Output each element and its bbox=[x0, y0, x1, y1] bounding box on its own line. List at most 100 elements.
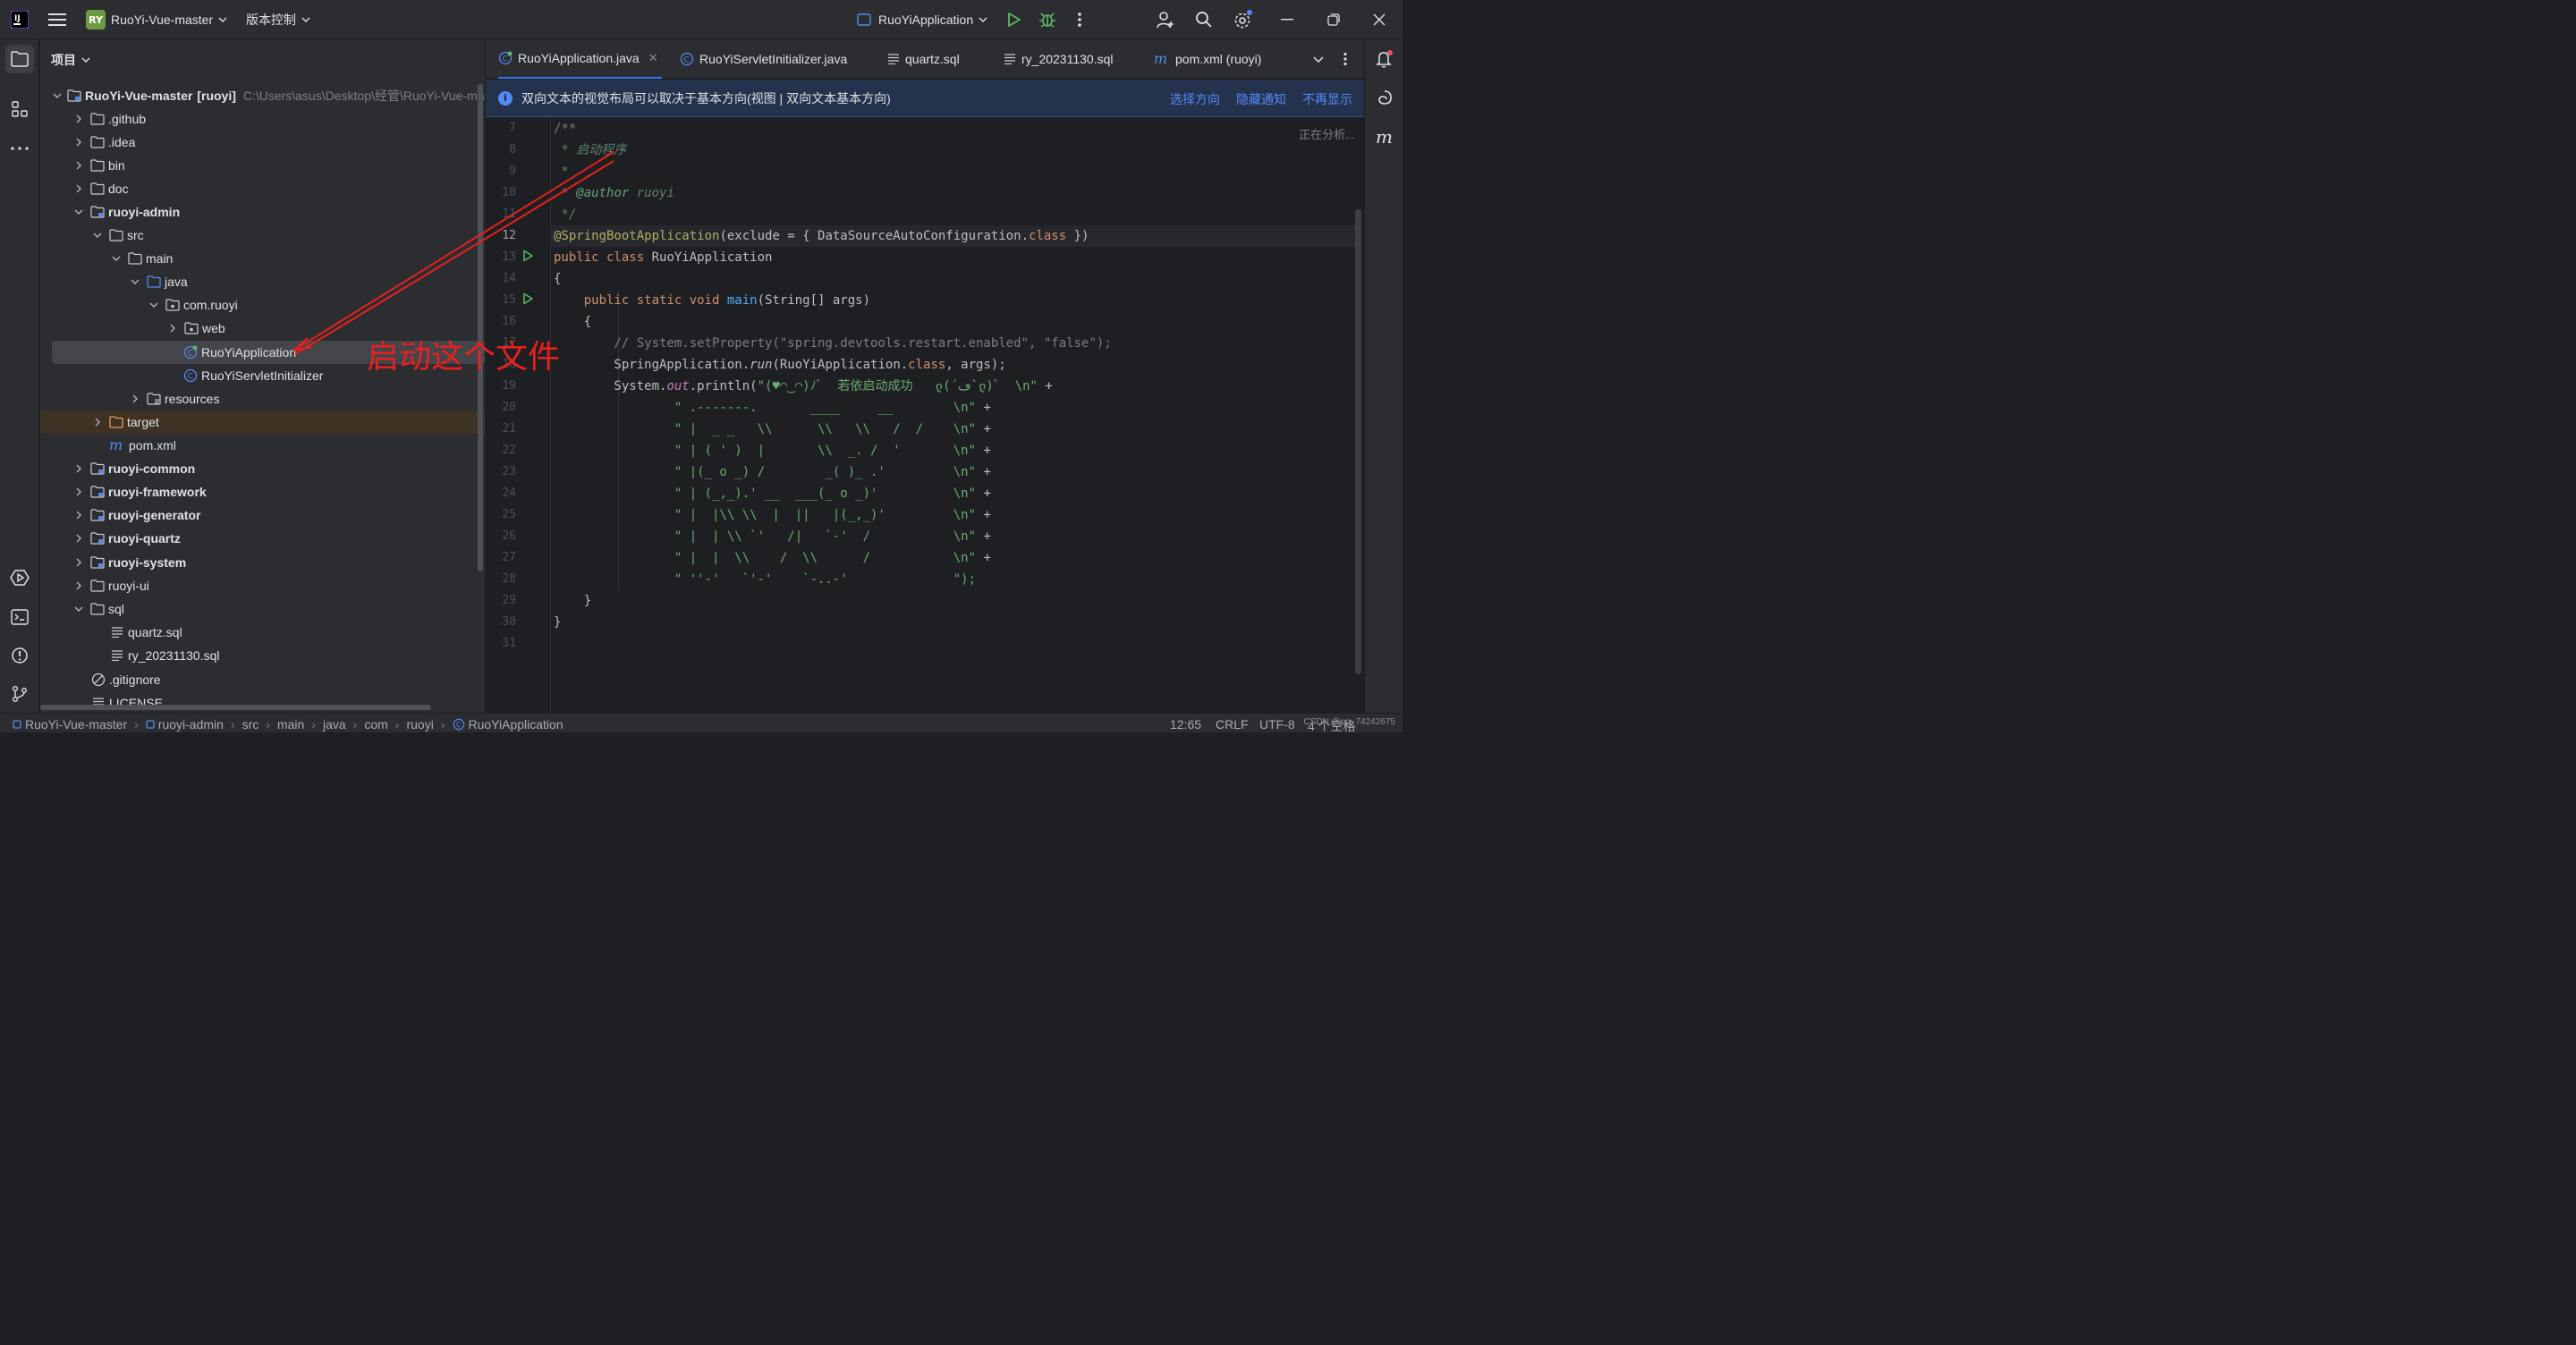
tree-node-idea[interactable]: .idea bbox=[40, 131, 485, 154]
chevron-right-icon[interactable] bbox=[166, 322, 179, 334]
tree-node-doc[interactable]: doc bbox=[40, 177, 485, 200]
chevron-right-icon[interactable] bbox=[129, 393, 141, 405]
tree-node-src[interactable]: src bbox=[40, 224, 485, 247]
tree-label: ruoyi-ui bbox=[108, 579, 149, 593]
search-button[interactable] bbox=[1195, 0, 1213, 39]
breadcrumb-item[interactable]: java bbox=[323, 717, 346, 732]
chevron-down-icon[interactable] bbox=[91, 229, 104, 241]
code-area[interactable]: /** * 启动程序 * * @author ruoyi */ @SpringB… bbox=[550, 118, 1355, 713]
notifications-button[interactable] bbox=[1370, 45, 1399, 73]
ai-assistant-button[interactable] bbox=[1370, 84, 1399, 113]
tree-node-ruoyi-common[interactable]: ruoyi-common bbox=[40, 457, 485, 480]
breadcrumb-item[interactable]: src bbox=[242, 717, 259, 732]
maven-tool-button[interactable]: m bbox=[1370, 123, 1399, 152]
chevron-right-icon[interactable] bbox=[91, 416, 104, 428]
chevron-right-icon[interactable] bbox=[72, 159, 85, 172]
app-logo-icon[interactable]: IJ bbox=[11, 0, 29, 39]
caret-position[interactable]: 12:65 bbox=[1170, 717, 1201, 732]
line-separator[interactable]: CRLF bbox=[1216, 717, 1249, 732]
chevron-down-icon[interactable] bbox=[129, 275, 141, 288]
close-icon[interactable]: ✕ bbox=[648, 51, 658, 65]
terminal-tool-button[interactable] bbox=[5, 603, 34, 631]
problems-tool-button[interactable] bbox=[5, 641, 34, 670]
services-tool-button[interactable] bbox=[5, 563, 34, 592]
more-tools-button[interactable] bbox=[5, 134, 34, 163]
application-icon bbox=[857, 13, 871, 26]
tree-node-ruoyi-system[interactable]: ruoyi-system bbox=[40, 551, 485, 574]
breadcrumb-item[interactable]: main bbox=[277, 717, 304, 732]
chevron-right-icon[interactable] bbox=[72, 182, 85, 195]
structure-tool-button[interactable] bbox=[5, 95, 34, 123]
tree-node-ruoyi-generator[interactable]: ruoyi-generator bbox=[40, 503, 485, 527]
tree-node-root[interactable]: RuoYi-Vue-master [ruoyi] C:\Users\asus\D… bbox=[40, 84, 485, 107]
git-tool-button[interactable] bbox=[5, 680, 34, 708]
chevron-down-icon[interactable] bbox=[110, 252, 123, 265]
minimize-button[interactable] bbox=[1281, 0, 1293, 39]
panel-header[interactable]: 项目 bbox=[51, 50, 90, 70]
panel-vertical-scrollbar[interactable] bbox=[478, 84, 483, 571]
project-tool-button[interactable] bbox=[5, 45, 34, 73]
chevron-right-icon[interactable] bbox=[72, 509, 85, 521]
tree-node-sql[interactable]: sql bbox=[40, 597, 485, 621]
hide-notification-link[interactable]: 隐藏通知 bbox=[1236, 90, 1286, 108]
tab-ruoyiapplication[interactable]: C RuoYiApplication.java ✕ bbox=[498, 39, 662, 79]
line-number: 24 bbox=[502, 486, 516, 500]
tree-node-target[interactable]: target bbox=[40, 410, 485, 434]
restore-button[interactable] bbox=[1327, 0, 1340, 39]
chevron-down-icon[interactable] bbox=[148, 299, 160, 311]
close-window-button[interactable] bbox=[1373, 0, 1385, 39]
file-encoding[interactable]: UTF-8 bbox=[1259, 717, 1295, 732]
run-gutter-icon[interactable] bbox=[521, 292, 534, 305]
run-gutter-icon[interactable] bbox=[521, 250, 534, 262]
settings-button[interactable] bbox=[1233, 0, 1254, 39]
editor-vertical-scrollbar[interactable] bbox=[1355, 209, 1361, 674]
tree-node-resources[interactable]: resources bbox=[40, 387, 485, 410]
run-button[interactable] bbox=[1005, 0, 1021, 39]
choose-direction-link[interactable]: 选择方向 bbox=[1170, 90, 1220, 108]
chevron-right-icon[interactable] bbox=[72, 532, 85, 545]
run-config-selector[interactable]: RuoYiApplication bbox=[857, 0, 987, 39]
vcs-menu[interactable]: 版本控制 bbox=[246, 0, 310, 39]
add-user-button[interactable] bbox=[1156, 0, 1175, 39]
tree-node-ruoyi-admin[interactable]: ruoyi-admin bbox=[40, 200, 485, 224]
tree-node-ry-sql[interactable]: ry_20231130.sql bbox=[40, 644, 485, 667]
tree-node-ruoyi-framework[interactable]: ruoyi-framework bbox=[40, 480, 485, 503]
tree-node-com-ruoyi[interactable]: com.ruoyi bbox=[40, 293, 485, 317]
code-line: System.out.println("(♥◠‿◠)ﾉﾞ 若依启动成功 ლ(´ڡ… bbox=[554, 376, 1052, 397]
tree-node-quartz-sql[interactable]: quartz.sql bbox=[40, 621, 485, 644]
dont-show-again-link[interactable]: 不再显示 bbox=[1302, 90, 1352, 108]
chevron-right-icon[interactable] bbox=[72, 136, 85, 148]
tree-node-gitignore[interactable]: .gitignore bbox=[40, 668, 485, 691]
tab-pom[interactable]: m pom.xml (ruoyi) bbox=[1154, 39, 1261, 79]
tree-node-ruoyi-quartz[interactable]: ruoyi-quartz bbox=[40, 527, 485, 550]
breadcrumb-item[interactable]: ruoyi bbox=[406, 717, 433, 732]
main-menu-button[interactable] bbox=[48, 0, 66, 39]
breadcrumb-item[interactable]: com bbox=[364, 717, 387, 732]
tree-node-github[interactable]: .github bbox=[40, 107, 485, 131]
tab-more-button[interactable] bbox=[1343, 39, 1348, 79]
tab-servletinitializer[interactable]: C RuoYiServletInitializer.java bbox=[680, 39, 847, 79]
tree-node-ruoyi-ui[interactable]: ruoyi-ui bbox=[40, 574, 485, 597]
tree-node-java[interactable]: java bbox=[40, 270, 485, 293]
tree-node-main[interactable]: main bbox=[40, 247, 485, 270]
tree-node-pom[interactable]: m pom.xml bbox=[40, 434, 485, 457]
tab-ry-sql[interactable]: ry_20231130.sql bbox=[1004, 39, 1113, 79]
tab-quartz-sql[interactable]: quartz.sql bbox=[887, 39, 960, 79]
tab-list-button[interactable] bbox=[1313, 39, 1324, 79]
panel-horizontal-scrollbar[interactable] bbox=[40, 705, 431, 710]
chevron-right-icon[interactable] bbox=[72, 556, 85, 569]
more-actions-button[interactable] bbox=[1077, 0, 1082, 39]
chevron-down-icon[interactable] bbox=[72, 206, 85, 218]
chevron-right-icon[interactable] bbox=[72, 462, 85, 475]
chevron-down-icon[interactable] bbox=[72, 603, 85, 615]
chevron-down-icon[interactable] bbox=[53, 89, 62, 102]
chevron-right-icon[interactable] bbox=[72, 113, 85, 125]
debug-button[interactable] bbox=[1038, 0, 1056, 39]
breadcrumb-item[interactable]: RuoYiApplication bbox=[469, 717, 564, 732]
breadcrumb-item[interactable]: ruoyi-admin bbox=[158, 717, 224, 732]
tree-node-bin[interactable]: bin bbox=[40, 154, 485, 177]
chevron-right-icon[interactable] bbox=[72, 579, 85, 592]
breadcrumb-item[interactable]: RuoYi-Vue-master bbox=[25, 717, 127, 732]
chevron-right-icon[interactable] bbox=[72, 486, 85, 498]
project-selector[interactable]: RY RuoYi-Vue-master bbox=[86, 0, 227, 39]
